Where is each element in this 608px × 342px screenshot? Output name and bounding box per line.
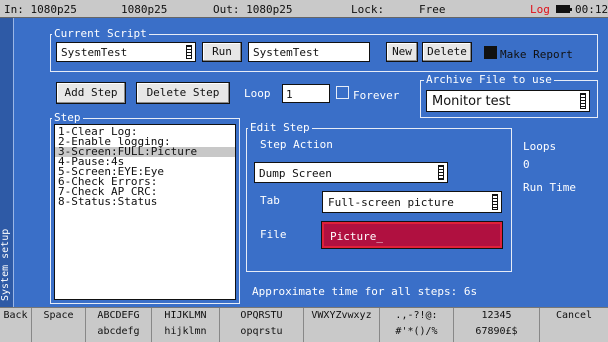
loop-count-input[interactable]: 1 [282,84,330,103]
dropdown-scroll-icon [492,194,498,210]
key-hijklmn[interactable]: HIJKLMN hijklmn [152,308,220,342]
clock: 00:12 [575,3,608,16]
archive-file-select[interactable]: Monitor test [426,90,590,112]
current-script-label: Current Script [52,27,149,40]
lock-label: Lock: [351,3,385,16]
dropdown-scroll-icon [438,165,444,180]
reference-format: 1080p25 [121,3,168,16]
script-select[interactable]: SystemTest [56,42,196,62]
key-digits[interactable]: 12345 67890£$ [454,308,540,342]
approximate-time: Approximate time for all steps: 6s [252,285,478,298]
run-time-label: Run Time [523,181,576,194]
loops-value: 0 [523,158,530,171]
space-key[interactable]: Space [32,308,86,342]
make-report-label: Make Report [500,48,573,61]
step-action-value: Dump Screen [259,167,332,180]
tab-label: Tab [260,194,280,207]
tab-select[interactable]: Full-screen picture [322,191,502,213]
file-name-input[interactable]: Picture_ [322,222,502,248]
file-label: File [260,228,287,241]
make-report-checkbox[interactable] [484,46,497,59]
step-label: Step [52,111,83,124]
script-select-value: SystemTest [61,46,128,59]
key-punctuation[interactable]: .,-?!@: #'*()/% [380,308,454,342]
list-item[interactable]: 8-Status:Status [55,196,235,207]
keyboard-bar: Back Space ABCDEFG abcdefg HIJKLMN hijklmn… [0,307,608,342]
system-setup-tab[interactable]: System setup [0,18,13,307]
loop-label: Loop [244,87,271,100]
system-setup-label: System setup [0,228,11,301]
delete-script-button[interactable]: Delete [422,42,472,62]
forever-label: Forever [353,89,400,102]
delete-step-button[interactable]: Delete Step [136,82,230,104]
key-abcdefg[interactable]: ABCDEFG abcdefg [86,308,152,342]
add-step-button[interactable]: Add Step [56,82,126,104]
step-action-select[interactable]: Dump Screen [254,162,448,183]
archive-file-value: Monitor test [432,94,511,109]
step-action-label: Step Action [260,138,333,151]
forever-checkbox[interactable] [336,86,349,99]
back-key[interactable]: Back [0,308,32,342]
key-opqrstu[interactable]: OPQRSTU opqrstu [220,308,304,342]
loops-label: Loops [523,140,557,153]
tab-value: Full-screen picture [328,196,454,209]
run-button[interactable]: Run [202,42,242,62]
status-bar: In: 1080p25 1080p25 Out: 1080p25 Lock: F… [0,0,608,18]
new-button[interactable]: New [386,42,418,62]
output-format: Out: 1080p25 [213,3,293,16]
step-list[interactable]: 1-Clear Log: 2-Enable logging: 3-Screen:… [54,124,236,300]
battery-icon [556,5,572,13]
edit-step-label: Edit Step [248,121,312,134]
cancel-key[interactable]: Cancel [540,308,608,342]
dropdown-scroll-icon [186,45,192,59]
script-name-input[interactable]: SystemTest [248,42,370,62]
archive-file-label: Archive File to use [424,73,554,86]
key-vwxyz[interactable]: VWXYZvwxyz [304,308,380,342]
dropdown-scroll-icon [580,93,586,109]
log-indicator: Log [530,3,550,16]
lock-value: Free [419,3,446,16]
input-format: In: 1080p25 [4,3,77,16]
